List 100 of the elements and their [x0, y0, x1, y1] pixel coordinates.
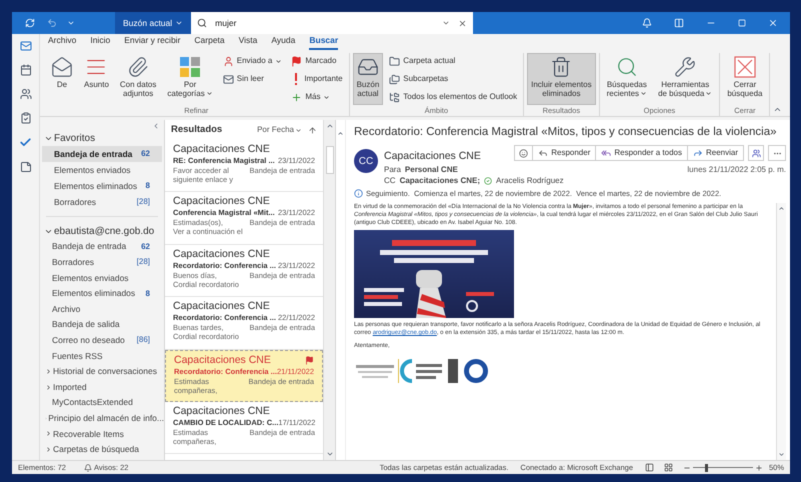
- zoom-in-icon[interactable]: [754, 464, 763, 472]
- ribbon-button[interactable]: Búsquedas recientes: [602, 53, 652, 105]
- folder-item[interactable]: Elementos enviados: [42, 162, 162, 178]
- mail-icon[interactable]: [20, 40, 32, 52]
- ribbon-button[interactable]: Asunto: [80, 53, 113, 105]
- sort-direction-icon[interactable]: [308, 126, 317, 134]
- ribbon-tab[interactable]: Inicio: [90, 34, 110, 50]
- caret-icon: [640, 90, 648, 98]
- section-header[interactable]: Favoritos: [40, 130, 164, 146]
- normal-view-icon[interactable]: [644, 463, 654, 472]
- collapse-ribbon-icon[interactable]: [773, 105, 782, 114]
- ribbon-button[interactable]: Sin leer: [220, 71, 286, 87]
- info-icon: [354, 189, 363, 198]
- ribbon-tab[interactable]: Vista: [238, 34, 258, 50]
- reading-view-icon[interactable]: [664, 463, 673, 472]
- sort-button[interactable]: Por Fecha: [257, 124, 302, 136]
- folder-item[interactable]: Bandeja de entrada 62: [40, 239, 164, 255]
- folder-count: 62: [141, 240, 150, 253]
- people-icon[interactable]: [20, 88, 32, 100]
- scroll-down-icon[interactable]: [326, 450, 334, 458]
- close-icon[interactable]: [768, 18, 778, 28]
- folder-item[interactable]: Carpetas de búsqueda: [40, 442, 164, 458]
- ribbon-tab[interactable]: Archivo: [48, 34, 76, 50]
- scope-dropdown[interactable]: Buzón actual: [115, 12, 192, 34]
- message-sender: Capacitaciones CNE: [174, 354, 271, 367]
- ribbon-button[interactable]: Cerrar búsqueda: [723, 53, 766, 105]
- folder-item[interactable]: Correo no deseado [86]: [40, 332, 164, 348]
- search-field[interactable]: mujer: [191, 12, 474, 34]
- ribbon-button[interactable]: Con datos adjuntos: [116, 53, 160, 105]
- ribbon-button[interactable]: Subcarpetas: [386, 71, 520, 87]
- folder-item[interactable]: Borradores [28]: [42, 194, 162, 210]
- scroll-up-icon[interactable]: [778, 205, 785, 212]
- folder-item[interactable]: Recoverable Items: [40, 426, 164, 442]
- layout-icon[interactable]: [674, 18, 684, 28]
- ribbon-button[interactable]: Herramientas de búsqueda: [654, 53, 716, 105]
- folder-item[interactable]: Bandeja de salida: [40, 316, 164, 333]
- ribbon-tab[interactable]: Ayuda: [271, 34, 296, 50]
- ribbon-button[interactable]: Por categorías: [163, 53, 217, 105]
- message-sender: Capacitaciones CNE: [173, 248, 270, 261]
- chevron-icon: [45, 446, 52, 454]
- ribbon-button[interactable]: De: [47, 53, 77, 105]
- ribbon-button[interactable]: Importante: [288, 71, 346, 87]
- scroll-down-icon[interactable]: [778, 451, 785, 458]
- folder-name: Elementos enviados: [54, 164, 131, 176]
- folder-item[interactable]: Principio del almacén de info...: [40, 410, 164, 426]
- ribbon-tab[interactable]: Carpeta: [194, 34, 225, 50]
- ribbon-button[interactable]: Incluir elementos eliminados: [527, 53, 596, 105]
- bell-icon[interactable]: [642, 18, 652, 28]
- folder-name: Correo no deseado: [52, 334, 125, 347]
- plus-icon: [291, 92, 302, 102]
- folder-item[interactable]: Elementos eliminados 8: [40, 286, 164, 302]
- action-button[interactable]: Responder: [533, 146, 596, 160]
- notes-icon[interactable]: [20, 161, 32, 173]
- avatar: CC: [354, 149, 378, 174]
- customize-icon[interactable]: [67, 19, 75, 27]
- scroll-thumb[interactable]: [326, 146, 334, 174]
- list-title: Resultados: [171, 122, 222, 137]
- teams-button[interactable]: [748, 145, 764, 162]
- folder-item[interactable]: Elementos eliminados 8: [42, 178, 162, 194]
- ribbon-button[interactable]: Buzón actual: [352, 53, 384, 105]
- folder-item[interactable]: Bandeja de entrada 62: [42, 146, 162, 162]
- folder-item[interactable]: Historial de conversaciones: [40, 364, 164, 380]
- zoom-slider[interactable]: [692, 464, 753, 472]
- folder-count: [28]: [136, 256, 150, 268]
- ribbon-button[interactable]: Todos los elementos de Outlook: [386, 89, 520, 105]
- account-header[interactable]: ebautista@cne.gob.do: [40, 223, 164, 239]
- folder-name: Imported: [53, 380, 87, 394]
- action-button[interactable]: Responder a todos: [596, 146, 688, 160]
- tasks-icon[interactable]: [20, 112, 32, 124]
- ribbon-tab[interactable]: Enviar y recibir: [124, 34, 180, 50]
- folder-item[interactable]: Borradores [28]: [40, 254, 164, 270]
- folder-item[interactable]: Archivo: [40, 301, 164, 317]
- maximize-icon[interactable]: [738, 19, 746, 27]
- ribbon-button[interactable]: Carpeta actual: [386, 53, 520, 69]
- ribbon-button[interactable]: Enviado a: [220, 53, 286, 69]
- ribbon-button[interactable]: Marcado: [288, 53, 346, 69]
- caret-icon: [705, 90, 712, 98]
- folder-name: Historial de conversaciones: [53, 365, 157, 378]
- zoom-thumb[interactable]: [704, 464, 708, 472]
- collapse-pane-icon[interactable]: [152, 122, 160, 130]
- folder-item[interactable]: Fuentes RSS: [40, 348, 164, 364]
- action-button[interactable]: Reenviar: [688, 146, 743, 160]
- field-label: Para: [384, 165, 401, 175]
- caret-icon: [175, 19, 184, 27]
- folder-item[interactable]: Elementos enviados: [40, 270, 164, 286]
- sync-icon[interactable]: [25, 18, 35, 28]
- folder-item[interactable]: MyContactsExtended: [40, 394, 164, 411]
- calendar-icon[interactable]: [20, 64, 32, 76]
- folder-name: Carpetas de búsqueda: [53, 443, 140, 456]
- paperclip-icon: [127, 56, 150, 78]
- check-icon[interactable]: [19, 136, 32, 149]
- reply-all-icon: [601, 148, 612, 158]
- folder-name: Elementos eliminados: [52, 287, 136, 300]
- recipient: Capacitaciones CNE;: [400, 175, 480, 186]
- search-icon: [197, 18, 208, 28]
- folder-item[interactable]: Imported: [40, 379, 164, 395]
- folder-name: Recoverable Items: [53, 428, 124, 440]
- ribbon-tab[interactable]: Buscar: [309, 34, 338, 50]
- undo-icon[interactable]: [47, 18, 57, 28]
- ribbon-button[interactable]: Más: [288, 89, 346, 105]
